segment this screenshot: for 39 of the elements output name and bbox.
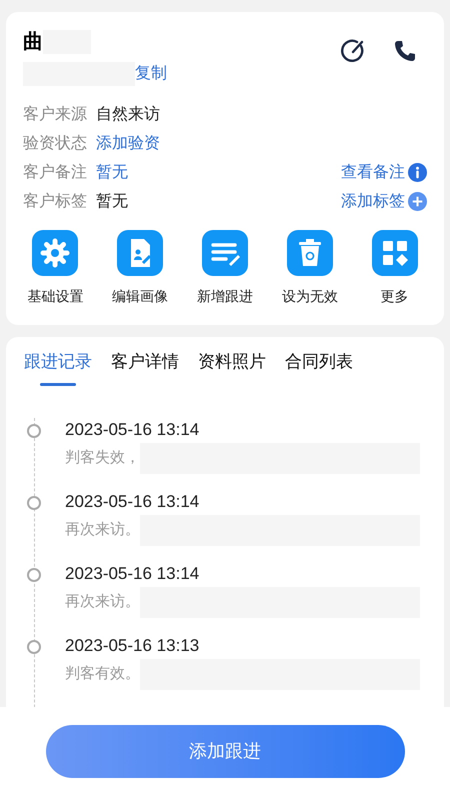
add-follow-up-button[interactable]: 添加跟进 [46, 725, 404, 778]
info-icon[interactable] [408, 163, 427, 182]
action-label: 基础设置 [27, 287, 84, 306]
grid-icon[interactable] [372, 230, 418, 276]
document-icon[interactable] [117, 230, 164, 276]
action-label: 更多 [380, 287, 409, 306]
action-link[interactable]: 查看备注 [341, 160, 405, 184]
action-label: 编辑画像 [112, 287, 168, 306]
phone-icon[interactable] [393, 39, 417, 63]
record-note: 再次来访。 [65, 592, 140, 612]
copy-link[interactable]: 复制 [135, 62, 167, 86]
field-value: 自然来访 [96, 104, 160, 124]
field-link[interactable]: 暂无 [96, 160, 128, 184]
field-label: 客户来源 [23, 104, 88, 124]
note-icon[interactable] [202, 230, 248, 276]
record-time: 2023-05-16 13:14 [65, 490, 200, 512]
record-note: 判客失效， [65, 448, 140, 468]
field-label: 验资状态 [23, 134, 88, 154]
action-link[interactable]: 添加标签 [341, 190, 405, 214]
field-value: 暂无 [96, 192, 128, 212]
tab[interactable]: 资料照片 [198, 349, 266, 374]
gear-icon[interactable] [32, 230, 78, 276]
record-time: 2023-05-16 13:14 [65, 418, 200, 440]
tab[interactable]: 合同列表 [285, 349, 353, 374]
action-label: 设为无效 [282, 287, 338, 306]
record-note: 判客有效。 [65, 664, 140, 684]
field-label: 客户备注 [23, 162, 88, 182]
field-link[interactable]: 添加验资 [96, 132, 160, 156]
record-time: 2023-05-16 13:13 [65, 634, 200, 656]
tab[interactable]: 客户详情 [111, 349, 179, 374]
trash-icon[interactable] [286, 230, 333, 276]
record-time: 2023-05-16 13:14 [65, 562, 200, 584]
record-note: 再次来访。 [65, 520, 140, 540]
customer-name: 曲 [23, 30, 43, 54]
tab[interactable]: 跟进记录 [24, 349, 92, 374]
field-label: 客户标签 [23, 192, 88, 212]
add-icon[interactable] [408, 192, 427, 211]
action-label: 新增跟进 [196, 287, 253, 306]
tab-indicator [40, 382, 76, 386]
